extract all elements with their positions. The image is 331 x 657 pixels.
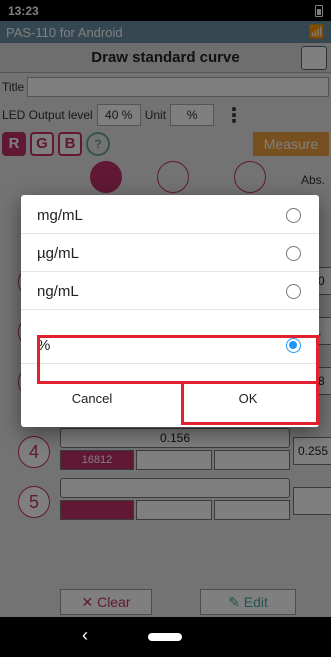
unit-option-mg-ml[interactable]: mg/mL bbox=[21, 197, 319, 234]
unit-option-ug-ml[interactable]: µg/mL bbox=[21, 235, 319, 272]
home-icon[interactable] bbox=[148, 633, 182, 641]
cancel-button[interactable]: Cancel bbox=[21, 377, 163, 421]
radio-button[interactable] bbox=[286, 246, 301, 261]
unit-dialog: mg/mL µg/mL ng/mL % Cancel OK bbox=[21, 195, 319, 427]
unit-option-ng-ml[interactable]: ng/mL bbox=[21, 273, 319, 310]
radio-button[interactable] bbox=[286, 208, 301, 223]
system-nav-bar: ‹ bbox=[0, 617, 331, 657]
option-label: ng/mL bbox=[37, 282, 79, 300]
option-label: µg/mL bbox=[37, 244, 79, 262]
back-icon[interactable]: ‹ bbox=[82, 625, 88, 646]
radio-button[interactable] bbox=[286, 284, 301, 299]
option-label: mg/mL bbox=[37, 206, 83, 224]
highlight-box-ok bbox=[181, 381, 319, 425]
